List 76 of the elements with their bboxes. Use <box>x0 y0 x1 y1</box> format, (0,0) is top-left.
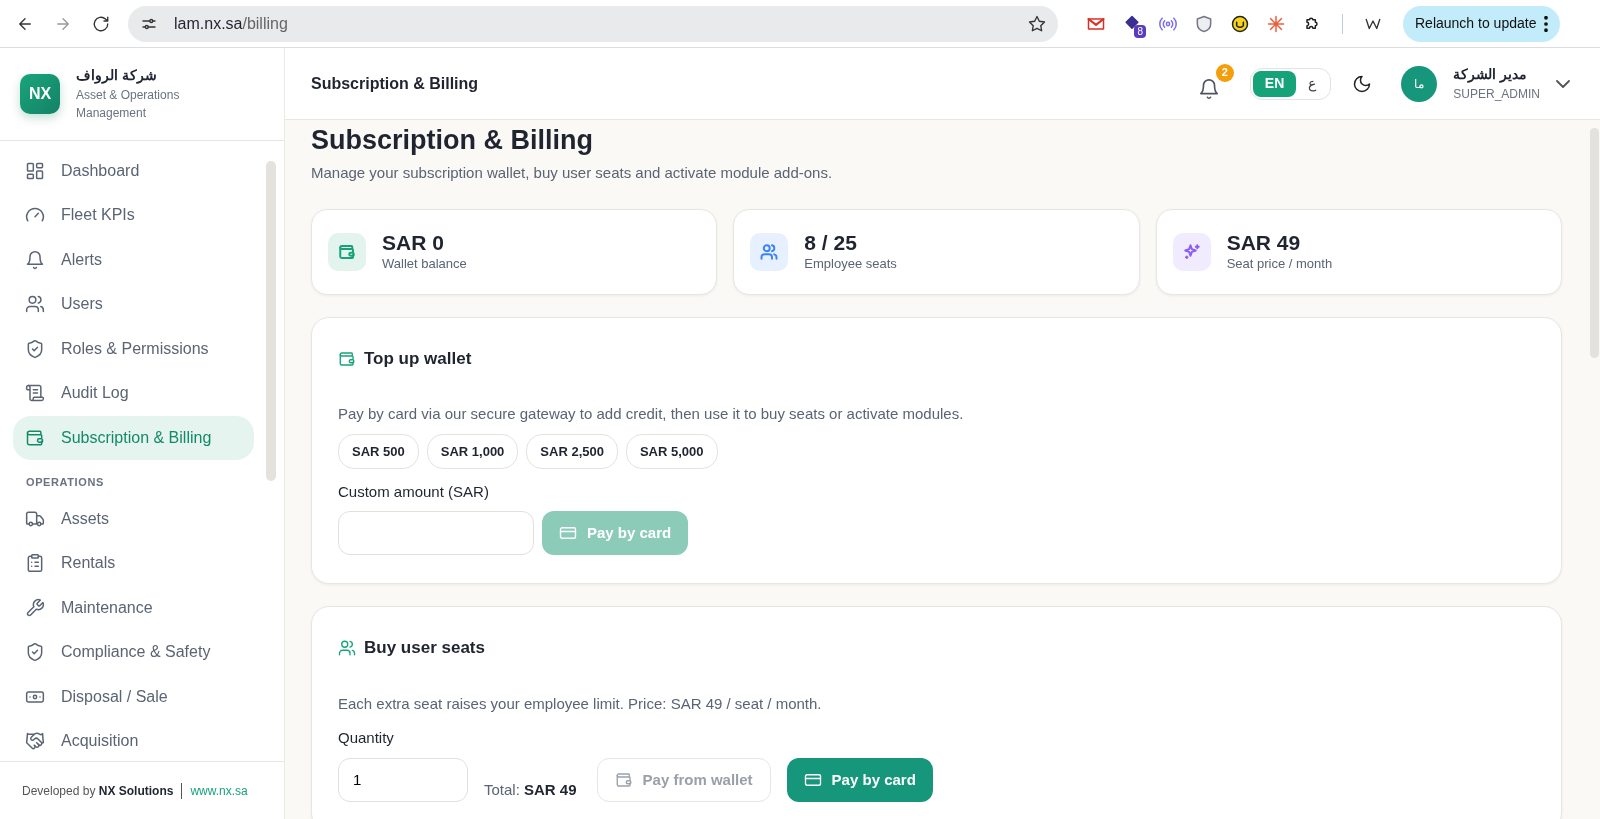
user-role: SUPER_ADMIN <box>1453 86 1540 103</box>
amount-chip[interactable]: SAR 5,000 <box>625 433 718 469</box>
handshake-icon <box>25 731 45 752</box>
card-title: Buy user seats <box>364 637 485 660</box>
field-label: Custom amount (SAR) <box>338 481 490 502</box>
amount-chip[interactable]: SAR 2,500 <box>526 433 618 469</box>
bell-icon <box>25 249 45 270</box>
users-icon <box>338 639 356 658</box>
language-option[interactable]: EN <box>1252 70 1297 97</box>
page-subtitle: Manage your subscription wallet, buy user seats and activate module add-ons. <box>311 163 834 184</box>
sidebar-item[interactable]: Users <box>13 282 254 327</box>
language-option[interactable]: ع <box>1296 70 1329 97</box>
sidebar-item[interactable]: Assets <box>13 496 254 542</box>
shield-icon <box>25 338 45 359</box>
card-description: Each extra seat raises your employee limit. Price: SAR 49 / seat / month. <box>338 693 823 714</box>
quantity-input[interactable]: 1 <box>338 757 468 802</box>
section-heading: OPERATIONS <box>25 475 105 491</box>
developer-credit: Developed by NX Solutions <box>22 782 174 800</box>
stat-label: Seat price / month <box>1226 254 1333 273</box>
scrollbar-thumb[interactable] <box>266 160 276 481</box>
reload-icon <box>92 14 110 33</box>
wallet-icon <box>338 349 356 368</box>
dashboard-icon <box>25 160 45 181</box>
sidebar-item[interactable]: Acquisition <box>13 719 254 762</box>
header-title: Subscription & Billing <box>311 73 479 94</box>
notification-badge: 2 <box>1215 63 1234 82</box>
pay-by-card-button[interactable]: Pay by card <box>786 757 933 802</box>
sidebar-item[interactable]: Subscription & Billing <box>13 415 254 461</box>
sidebar-item[interactable]: Compliance & Safety <box>13 630 254 675</box>
wallet-icon <box>614 770 633 789</box>
user-name: مدير الشركة <box>1453 65 1529 85</box>
address-bar[interactable]: lam.nx.sa/billing <box>128 5 1058 42</box>
clipboard-icon <box>25 553 45 574</box>
card-title: Top up wallet <box>364 347 472 370</box>
sidebar-item[interactable]: Roles & Permissions <box>13 326 254 372</box>
sidebar-item[interactable]: Audit Log <box>13 371 254 416</box>
sidebar-item[interactable]: Disposal / Sale <box>13 674 254 720</box>
page-title: Subscription & Billing <box>311 124 594 157</box>
field-label: Quantity <box>338 728 395 749</box>
sidebar-item[interactable]: Rentals <box>13 541 254 586</box>
relaunch-button[interactable]: Relaunch to update <box>1403 5 1561 42</box>
users-icon <box>25 294 45 315</box>
company-logo: NX <box>20 73 60 114</box>
sidebar-item[interactable]: Alerts <box>13 237 254 283</box>
star-icon <box>1028 14 1046 33</box>
scroll-icon <box>25 383 45 404</box>
company-name: شركة الرواف <box>76 66 158 86</box>
order-total: Total: SAR 49 <box>484 780 577 801</box>
amount-chip[interactable]: SAR 500 <box>338 433 419 469</box>
website-link[interactable]: www.nx.sa <box>190 781 248 800</box>
stat-value: SAR 49 <box>1226 230 1302 254</box>
amount-chip[interactable]: SAR 1,000 <box>426 433 519 469</box>
more-icon <box>1544 15 1549 32</box>
amount-input[interactable] <box>338 511 534 556</box>
sidebar-item[interactable]: Dashboard <box>13 148 254 194</box>
ghost-icon <box>1230 13 1250 34</box>
extension-badge: 8 <box>1134 24 1146 38</box>
scrollbar-thumb[interactable] <box>1590 128 1599 358</box>
stat-value: 8 / 25 <box>804 230 858 254</box>
wrench-icon <box>25 597 45 618</box>
moon-icon <box>1352 73 1373 94</box>
bell-icon <box>1197 77 1220 100</box>
chevron-down-icon <box>1556 79 1570 88</box>
card-description: Pay by card via our secure gateway to add credit, then use it to buy seats or activate modules. <box>338 404 965 425</box>
shield-icon <box>25 642 45 663</box>
stat-label: Wallet balance <box>382 254 467 273</box>
url-text: lam.nx.sa/billing <box>174 13 288 34</box>
stat-value: SAR 0 <box>382 230 445 254</box>
stat-label: Employee seats <box>804 254 897 273</box>
company-tagline: Asset & Operations Management <box>76 87 181 123</box>
extension-button[interactable]: 8 <box>1118 9 1146 38</box>
shield-icon <box>1194 13 1214 34</box>
sidebar-item[interactable]: Fleet KPIs <box>13 193 254 238</box>
user-avatar: ما <box>1401 65 1438 102</box>
sidebar-item[interactable]: Maintenance <box>13 585 254 631</box>
burst-icon <box>1266 13 1286 34</box>
